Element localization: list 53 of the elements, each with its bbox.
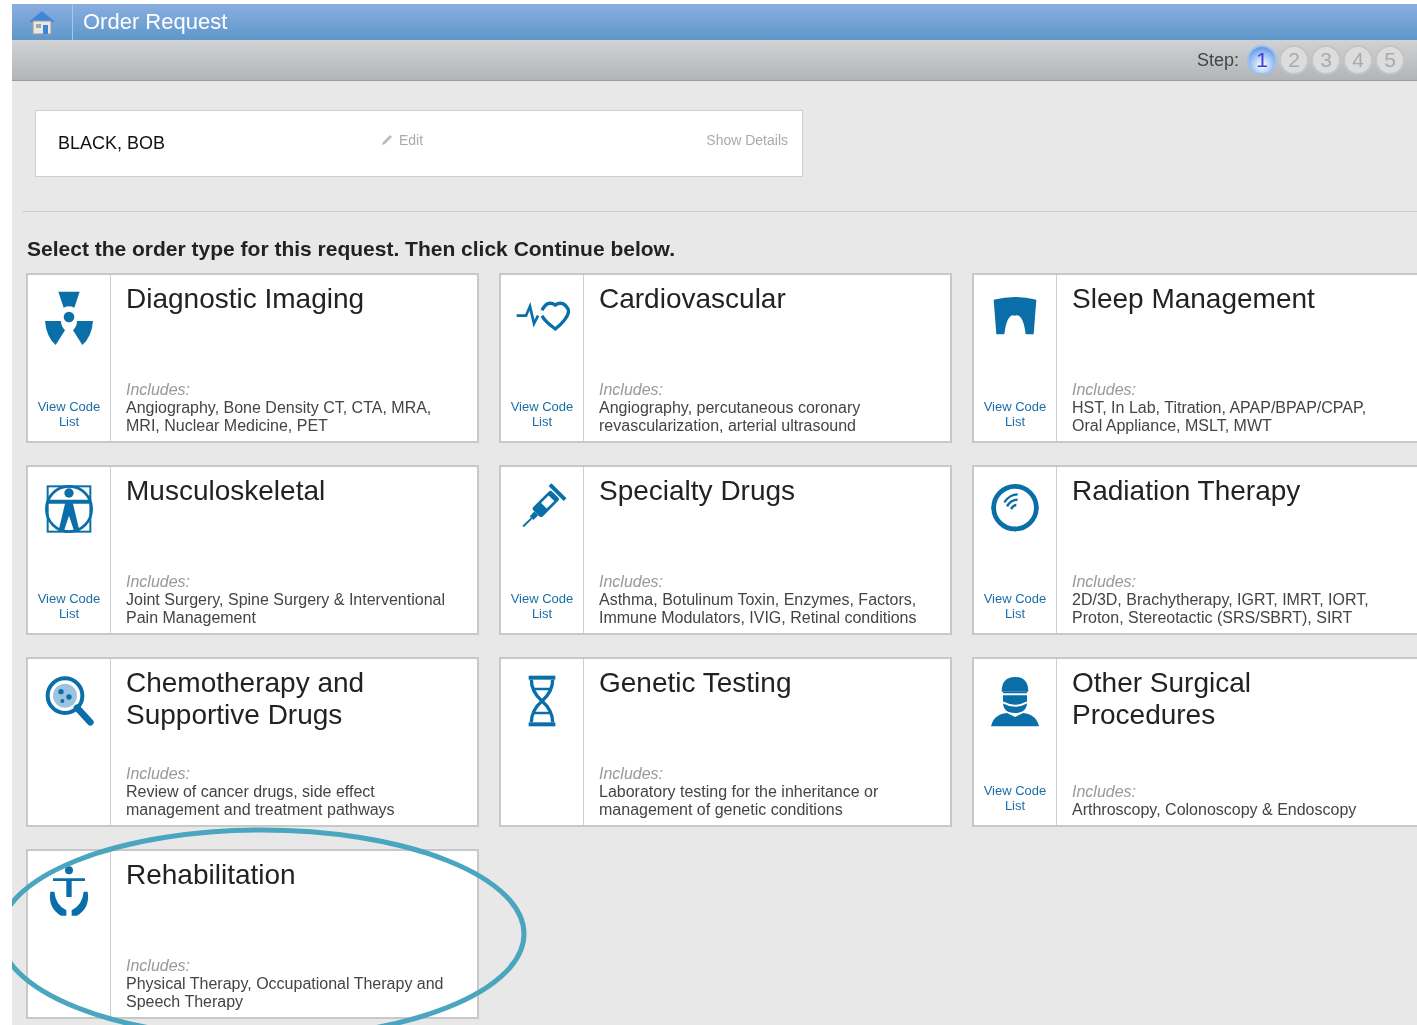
order-type-card[interactable]: View Code List Specialty Drugs Includes: Asthma, Botulinum Toxin, Enzymes, Factors, Immune Modulators, IVIG, Retinal conditions — [499, 465, 952, 635]
patient-name: BLACK, BOB — [58, 133, 167, 154]
step-indicator: 1 — [1247, 45, 1277, 75]
pencil-icon — [380, 132, 394, 147]
order-type-title: Other Surgical Procedures — [1072, 667, 1252, 731]
order-type-card[interactable]: Chemotherapy and Supportive Drugs Includes: Review of cancer drugs, side effect management and treatment pathways — [26, 657, 479, 827]
order-type-card[interactable]: View Code List Radiation Therapy Includes: 2D/3D, Brachytherapy, IGRT, IMRT, IORT, Proton, Stereotactic (SRS/SBRT), SIRT — [972, 465, 1417, 635]
order-type-title: Radiation Therapy — [1072, 475, 1302, 507]
includes-text: Joint Surgery, Spine Surgery & Interventional Pain Management — [126, 591, 446, 627]
view-code-list-link[interactable]: View Code List — [979, 591, 1051, 621]
includes-label: Includes: — [126, 765, 192, 783]
instruction-text: Select the order type for this request. Then click Continue below. — [27, 237, 676, 261]
includes-label: Includes: — [126, 381, 192, 399]
includes-label: Includes: — [1072, 573, 1138, 591]
includes-text: Arthroscopy, Colonoscopy & Endoscopy — [1072, 801, 1358, 819]
includes-label: Includes: — [599, 765, 665, 783]
order-type-title: Chemotherapy and Supportive Drugs — [126, 667, 366, 731]
includes-label: Includes: — [599, 381, 665, 399]
includes-label: Includes: — [1072, 783, 1138, 801]
view-code-list-link[interactable]: View Code List — [33, 399, 105, 429]
order-type-card[interactable]: View Code List Cardiovascular Includes: Angiography, percutaneous coronary revascularization, arterial ultrasound — [499, 273, 952, 443]
step-label: Step: — [1196, 49, 1239, 71]
includes-text: Review of cancer drugs, side effect management and treatment pathways — [126, 783, 396, 819]
order-type-card[interactable]: Genetic Testing Includes: Laboratory testing for the inheritance or management of genetic conditions — [499, 657, 952, 827]
includes-text: 2D/3D, Brachytherapy, IGRT, IMRT, IORT, Proton, Stereotactic (SRS/SBRT), SIRT — [1072, 591, 1370, 627]
includes-label: Includes: — [126, 957, 192, 975]
includes-text: Physical Therapy, Occupational Therapy and Speech Therapy — [126, 975, 445, 1011]
order-type-card[interactable]: View Code List Musculoskeletal Includes: Joint Surgery, Spine Surgery & Interventional Pain Management — [26, 465, 479, 635]
window-title: Order Request — [83, 9, 228, 35]
order-type-title: Diagnostic Imaging — [126, 283, 366, 315]
includes-text: Angiography, Bone Density CT, CTA, MRA, MRI, Nuclear Medicine, PET — [126, 399, 433, 435]
order-type-title: Rehabilitation — [126, 859, 297, 891]
order-type-title: Genetic Testing — [599, 667, 793, 699]
includes-text: Asthma, Botulinum Toxin, Enzymes, Factors, Immune Modulators, IVIG, Retinal conditions — [599, 591, 918, 627]
includes-label: Includes: — [1072, 381, 1138, 399]
order-type-title: Sleep Management — [1072, 283, 1316, 315]
includes-text: Angiography, percutaneous coronary revascularization, arterial ultrasound — [599, 399, 862, 435]
order-type-card[interactable]: View Code List Sleep Management Includes: HST, In Lab, Titration, APAP/BPAP/CPAP, Oral Appliance, MSLT, MWT — [972, 273, 1417, 443]
includes-text: Laboratory testing for the inheritance or management of genetic conditions — [599, 783, 880, 819]
order-type-title: Cardiovascular — [599, 283, 787, 315]
includes-text: HST, In Lab, Titration, APAP/BPAP/CPAP, Oral Appliance, MSLT, MWT — [1072, 399, 1368, 435]
order-type-card[interactable]: View Code List Diagnostic Imaging Includes: Angiography, Bone Density CT, CTA, MRA, MRI, Nuclear Medicine, PET — [26, 273, 479, 443]
order-type-card[interactable]: View Code List Other Surgical Procedures Includes: Arthroscopy, Colonoscopy & Endoscopy — [972, 657, 1417, 827]
view-code-list-link[interactable]: View Code List — [979, 399, 1051, 429]
order-type-title: Specialty Drugs — [599, 475, 797, 507]
view-code-list-link[interactable]: View Code List — [506, 399, 578, 429]
order-type-title: Musculoskeletal — [126, 475, 327, 507]
includes-label: Includes: — [126, 573, 192, 591]
order-type-card[interactable]: Rehabilitation Includes: Physical Therapy, Occupational Therapy and Speech Therapy — [26, 849, 479, 1019]
view-code-list-link[interactable]: View Code List — [979, 783, 1051, 813]
includes-label: Includes: — [599, 573, 665, 591]
view-code-list-link[interactable]: View Code List — [33, 591, 105, 621]
view-code-list-link[interactable]: View Code List — [506, 591, 578, 621]
